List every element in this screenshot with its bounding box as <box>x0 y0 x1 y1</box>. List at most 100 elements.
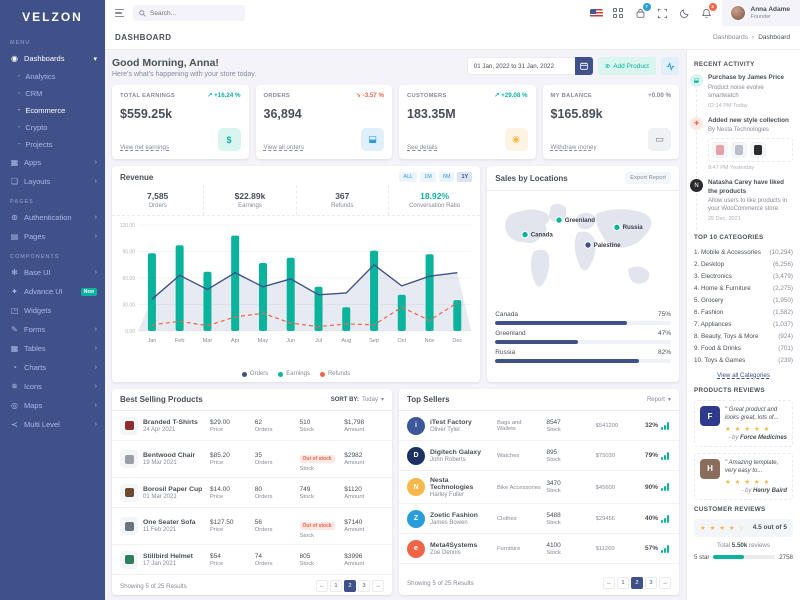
cell-value: $1120 <box>344 486 384 493</box>
sidebar-item-advance-ui[interactable]: ✦Advance UINew <box>0 282 105 301</box>
map-marker-greenland[interactable] <box>556 217 562 223</box>
rating-stars: ★ ★ ★ ★ ☆ <box>700 524 745 532</box>
category-row[interactable]: 9. Food & Drinks(701) <box>694 343 793 355</box>
table-row[interactable]: eMeta4SystemsZoe DennisFurniture4100Stoc… <box>399 534 679 564</box>
kpi-link[interactable]: See details <box>407 144 438 151</box>
sidebar-item-charts[interactable]: ◔Charts› <box>0 358 105 377</box>
table-row[interactable]: Stillbird Helmet17 Jan 2021$54Price74Ord… <box>112 545 392 575</box>
category-row[interactable]: 6. Fashion(1,582) <box>694 307 793 319</box>
page-button-1[interactable]: 1 <box>617 577 629 589</box>
table-row[interactable]: DDigitech GalaxyJohn RobertsWatches895St… <box>399 441 679 471</box>
page-button-←[interactable]: ← <box>603 577 615 589</box>
sidebar-item-base-ui[interactable]: ✻Base UI› <box>0 263 105 282</box>
search-input[interactable] <box>150 10 235 17</box>
apps-grid-icon[interactable] <box>612 7 625 20</box>
sidebar-subitem-crm[interactable]: CRM <box>0 85 105 102</box>
revenue-filter-1m[interactable]: 1M <box>420 172 436 182</box>
revenue-filter-6m[interactable]: 6M <box>439 172 455 182</box>
export-report-button[interactable]: Export Report <box>625 172 671 184</box>
hamburger-menu-icon[interactable] <box>113 7 126 20</box>
language-flag-icon[interactable] <box>590 7 603 20</box>
stat-label: Earnings <box>204 203 295 209</box>
activity-shortcut-button[interactable] <box>661 57 679 75</box>
sidebar-subitem-analytics[interactable]: Analytics <box>0 68 105 85</box>
kpi-link[interactable]: View net earnings <box>120 144 169 151</box>
sidebar-item-multi-level[interactable]: ≺Multi Level› <box>0 415 105 434</box>
percent-value: 90% <box>645 484 658 491</box>
revenue-filter-all[interactable]: ALL <box>399 172 417 182</box>
sort-by-dropdown[interactable]: SORT BY: Today ▾ <box>331 396 384 403</box>
sidebar-item-pages[interactable]: ▤Pages› <box>0 227 105 246</box>
legend-label: Earnings <box>286 371 310 377</box>
sidebar-subitem-ecommerce[interactable]: Ecommerce <box>0 102 105 119</box>
category-row[interactable]: 1. Mobile & Accessories(10,294) <box>694 247 793 259</box>
sidebar-item-apps[interactable]: ▦Apps› <box>0 153 105 172</box>
user-menu[interactable]: Anna Adame Founder <box>722 0 800 26</box>
legend-dot <box>278 372 283 377</box>
search-box[interactable] <box>133 5 245 21</box>
tables-row: Best Selling Products SORT BY: Today ▾ B… <box>112 389 679 595</box>
chevron-icon: › <box>95 402 97 409</box>
dark-mode-moon-icon[interactable] <box>678 7 691 20</box>
table-row[interactable]: Bentwood Chair19 Mar 2021$85.20Price35Or… <box>112 441 392 478</box>
add-product-button[interactable]: ⊕Add Product <box>598 57 656 75</box>
kpi-link[interactable]: View all orders <box>264 144 304 151</box>
cell-label: Stock <box>300 427 340 433</box>
table-row[interactable]: One Seater Sofa11 Feb 2021$127.50Price56… <box>112 508 392 545</box>
page-button-1[interactable]: 1 <box>330 580 342 592</box>
map-marker-canada[interactable] <box>522 231 528 237</box>
sidebar-item-dashboards[interactable]: ◉Dashboards▾ <box>0 49 105 68</box>
category-row[interactable]: 3. Electronics(3,479) <box>694 271 793 283</box>
sidebar-item-widgets[interactable]: ◳Widgets <box>0 301 105 320</box>
sidebar-item-label: Tables <box>24 344 46 353</box>
sidebar-item-authentication[interactable]: ⊛Authentication› <box>0 208 105 227</box>
calendar-button[interactable] <box>575 57 593 75</box>
sidebar-item-tables[interactable]: ▦Tables› <box>0 339 105 358</box>
category-row[interactable]: 10. Toys & Games(239) <box>694 355 793 367</box>
sidebar-subitem-crypto[interactable]: Crypto <box>0 119 105 136</box>
category-row[interactable]: 2. Desktop(6,256) <box>694 259 793 271</box>
sidebar-item-maps[interactable]: ◎Maps› <box>0 396 105 415</box>
page-button-←[interactable]: ← <box>316 580 328 592</box>
table-row[interactable]: Branded T-Shirts24 Apr 2021$29.00Price62… <box>112 411 392 441</box>
revenue-filter-1y[interactable]: 1Y <box>457 172 472 182</box>
table-row[interactable]: NNesta TechnologiesHarley FullerBike Acc… <box>399 471 679 504</box>
cell-label: Amount <box>344 527 384 533</box>
world-map[interactable]: GreenlandCanadaRussiaPalestine <box>487 191 679 304</box>
table-row[interactable]: iiTest FactoryOliver TylerBags and Walle… <box>399 411 679 441</box>
category-row[interactable]: 5. Grocery(1,950) <box>694 295 793 307</box>
map-marker-russia[interactable] <box>614 224 620 230</box>
notifications-bell-icon[interactable]: 3 <box>700 7 713 20</box>
table-row[interactable]: Borosil Paper Cup01 Mar 2021$14.00Price8… <box>112 478 392 508</box>
sidebar-subitem-projects[interactable]: Projects <box>0 136 105 153</box>
page-button-→[interactable]: → <box>659 577 671 589</box>
page-button-→[interactable]: → <box>372 580 384 592</box>
breadcrumb-parent[interactable]: Dashboards <box>713 34 748 41</box>
sidebar-item-icons[interactable]: ✵Icons› <box>0 377 105 396</box>
user-avatar <box>730 5 746 21</box>
kpi-link[interactable]: Withdraw money <box>551 144 597 151</box>
cart-icon[interactable]: 7 <box>634 7 647 20</box>
date-range-input[interactable]: 01 Jan, 2022 to 31 Jan, 2022 <box>467 57 575 75</box>
category-row[interactable]: 4. Home & Furniture(2,275) <box>694 283 793 295</box>
activity-time: 02:14 PM Today <box>708 103 793 109</box>
app-logo[interactable]: VELZON <box>0 0 105 32</box>
page-button-3[interactable]: 3 <box>645 577 657 589</box>
page-button-2[interactable]: 2 <box>631 577 643 589</box>
view-all-categories-link[interactable]: View all Categories <box>694 372 793 379</box>
page-button-2[interactable]: 2 <box>344 580 356 592</box>
sales-by-locations-title: Sales by Locations <box>495 174 567 183</box>
fullscreen-icon[interactable] <box>656 7 669 20</box>
recent-activity-list: ⬓Purchase by James PriceProduct noise ev… <box>694 74 793 230</box>
icons-icon: ✵ <box>10 382 19 391</box>
table-row[interactable]: ZZoetic FashionJames BowenClothes5488Sto… <box>399 504 679 534</box>
map-marker-palestine[interactable] <box>585 242 591 248</box>
sidebar-item-layouts[interactable]: ❏Layouts› <box>0 172 105 191</box>
category-row[interactable]: 7. Appliances(1,037) <box>694 319 793 331</box>
category-row[interactable]: 8. Beauty, Toys & More(924) <box>694 331 793 343</box>
page-button-3[interactable]: 3 <box>358 580 370 592</box>
product-review-card: F" Great product and looks great, lots o… <box>694 400 793 447</box>
report-dropdown[interactable]: Report ▾ <box>647 396 671 403</box>
percent-value: 32% <box>645 422 658 429</box>
sidebar-item-forms[interactable]: ✎Forms› <box>0 320 105 339</box>
